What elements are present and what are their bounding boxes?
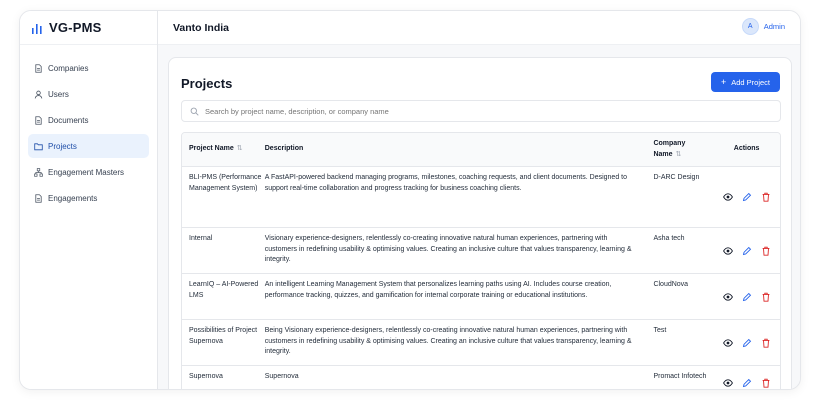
sidebar-item-engagements[interactable]: Engagements: [28, 186, 149, 210]
sidebar-item-engagement-masters[interactable]: Engagement Masters: [28, 160, 149, 184]
table-row: Possibilities of Project Supernova Being…: [182, 319, 780, 365]
view-icon[interactable]: [721, 244, 734, 257]
view-icon[interactable]: [721, 290, 734, 303]
user-menu[interactable]: A Admin: [741, 18, 785, 35]
cell-project-name: Possibilities of Project Supernova: [189, 327, 258, 345]
table-row: Supernova Supernova Promact Infotech: [182, 365, 780, 389]
search-box[interactable]: [181, 100, 781, 122]
file-icon: [35, 63, 42, 73]
brand: VG-PMS: [20, 11, 157, 45]
header-actions: Actions: [733, 145, 760, 153]
sidebar-item-documents[interactable]: Documents: [28, 108, 149, 132]
add-project-label: Add Project: [731, 77, 770, 87]
view-icon[interactable]: [721, 376, 734, 389]
view-icon[interactable]: [721, 191, 734, 204]
view-icon[interactable]: [721, 336, 734, 349]
cell-description: Supernova: [264, 373, 299, 380]
sidebar-item-projects[interactable]: Projects: [28, 134, 149, 158]
cell-actions: [713, 366, 780, 389]
app-window: VG-PMS Companies Users Documents Project…: [19, 10, 801, 390]
main-area: Vanto India A Admin Projects + Add Proje…: [158, 11, 800, 389]
table-row: Internal Visionary experience-designers,…: [182, 227, 780, 273]
file-icon: [35, 115, 42, 125]
search-icon: [190, 107, 199, 116]
table-row: LearnIQ – AI-Powered LMS An intelligent …: [182, 273, 780, 319]
org-name: Vanto India: [173, 21, 230, 34]
cell-actions: [713, 274, 780, 319]
projects-card: Projects + Add Project Project Name⇅ Des…: [168, 57, 792, 389]
user-icon: [34, 90, 43, 99]
delete-icon[interactable]: [759, 376, 772, 389]
sidebar-item-users[interactable]: Users: [28, 82, 149, 106]
cell-project-name: LearnIQ – AI-Powered LMS: [189, 281, 259, 299]
table-row: BLI-PMS (Performance Management System) …: [182, 166, 780, 227]
file-icon: [35, 193, 42, 203]
header-label: Project Name: [189, 145, 234, 153]
delete-icon[interactable]: [759, 336, 772, 349]
projects-table: Project Name ⇅ Description Company Name ⇅ …: [181, 132, 781, 389]
edit-icon[interactable]: [740, 290, 753, 303]
cell-project-name: BLI-PMS (Performance Management System): [189, 174, 262, 192]
cell-company-name: CloudNova: [653, 281, 689, 288]
add-project-button[interactable]: + Add Project: [710, 72, 780, 92]
edit-icon[interactable]: [740, 376, 753, 389]
avatar[interactable]: A: [741, 18, 759, 35]
sidebar-item-label: Engagements: [48, 193, 98, 203]
sidebar-item-label: Companies: [48, 63, 89, 73]
sort-icon[interactable]: ⇅: [676, 151, 682, 158]
bar-chart-icon: [32, 23, 42, 34]
cell-description: Being Visionary experience-designers, re…: [264, 327, 632, 355]
page-title: Projects: [181, 76, 233, 91]
sidebar-item-label: Documents: [48, 115, 89, 125]
cell-actions: [713, 228, 780, 273]
edit-icon[interactable]: [740, 336, 753, 349]
sidebar-item-label: Engagement Masters: [48, 167, 125, 177]
sidebar-item-companies[interactable]: Companies: [28, 56, 149, 80]
app-name: VG-PMS: [49, 20, 102, 35]
delete-icon[interactable]: [759, 191, 772, 204]
cell-description: An intelligent Learning Management Syste…: [264, 281, 612, 299]
delete-icon[interactable]: [759, 290, 772, 303]
header-company-name[interactable]: Company Name ⇅: [653, 139, 713, 160]
cell-company-name: Test: [653, 327, 667, 334]
cell-project-name: Supernova: [189, 373, 223, 380]
cell-description: A FastAPI-powered backend managing progr…: [264, 174, 627, 192]
user-name[interactable]: Admin: [764, 22, 785, 31]
search-input[interactable]: [205, 106, 765, 116]
table-header: Project Name ⇅ Description Company Name ⇅ …: [182, 133, 780, 166]
edit-icon[interactable]: [740, 191, 753, 204]
cell-actions: [713, 167, 780, 227]
plus-icon: +: [720, 77, 727, 87]
header-description: Description: [264, 145, 304, 153]
edit-icon[interactable]: [740, 244, 753, 257]
network-icon: [34, 167, 43, 177]
top-bar: Vanto India A Admin: [158, 11, 800, 45]
header-project-name[interactable]: Project Name ⇅: [182, 144, 265, 155]
sidebar-nav: Companies Users Documents Projects Engag…: [20, 45, 157, 210]
sidebar-item-label: Users: [48, 89, 69, 99]
cell-actions: [713, 320, 780, 365]
cell-company-name: Promact Infotech: [653, 373, 707, 380]
cell-project-name: Internal: [189, 235, 213, 242]
cell-description: Visionary experience-designers, relentle…: [264, 235, 632, 263]
sidebar: VG-PMS Companies Users Documents Project…: [20, 11, 158, 389]
cell-company-name: Asha tech: [653, 235, 685, 242]
cell-company-name: D-ARC Design: [653, 174, 700, 181]
delete-icon[interactable]: [759, 244, 772, 257]
sidebar-item-label: Projects: [48, 141, 77, 151]
sort-icon[interactable]: ⇅: [237, 145, 243, 152]
folder-icon: [34, 142, 43, 150]
